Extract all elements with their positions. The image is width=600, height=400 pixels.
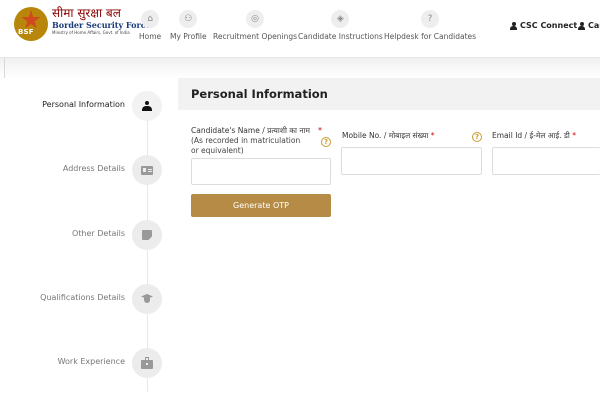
home-icon: ⌂ (141, 10, 160, 28)
help-icon: ? (421, 10, 440, 28)
header: BSF सीमा सुरक्षा बल Border Security Forc… (0, 0, 600, 58)
briefcase-icon (141, 356, 153, 369)
bsf-logo[interactable]: BSF सीमा सुरक्षा बल Border Security Forc… (14, 7, 151, 41)
step-circle (132, 220, 162, 250)
graduation-cap-icon (141, 294, 153, 304)
candidate-link[interactable]: Can (578, 21, 600, 30)
note-icon (142, 230, 152, 240)
person-icon (510, 21, 517, 30)
address-card-icon (141, 165, 153, 175)
name-label-text: Candidate's Name / प्रत्याशी का नाम (191, 126, 310, 135)
step-qualifications-details[interactable]: Qualifications Details (0, 283, 178, 315)
mobile-required-mark: * (430, 131, 435, 140)
step-label: Personal Information (42, 100, 125, 109)
brand-hindi: सीमा सुरक्षा बल (52, 6, 121, 20)
csc-connect-label: CSC Connect (520, 21, 578, 30)
name-required-mark: * (318, 126, 322, 135)
nav-helpdesk[interactable]: ? Helpdesk for Candidates (384, 10, 476, 41)
nav-my-profile[interactable]: ⚇ My Profile (170, 10, 207, 41)
email-required-mark: * (572, 131, 577, 140)
step-label: Other Details (72, 229, 125, 238)
name-help-icon[interactable]: ? (321, 137, 331, 147)
csc-connect-link[interactable]: CSC Connect (510, 21, 577, 30)
bsf-emblem-icon: BSF (14, 7, 48, 41)
mobile-label: Mobile No. / मोबाइल संख्या * (342, 131, 434, 141)
form-panel: Personal Information Candidate's Name / … (178, 78, 600, 400)
step-personal-information[interactable]: Personal Information (0, 90, 178, 122)
section-header: Personal Information (178, 78, 600, 110)
step-label: Address Details (62, 164, 125, 173)
nav-label: Recruitment Openings (213, 32, 298, 41)
step-work-experience[interactable]: Work Experience (0, 347, 178, 379)
step-address-details[interactable]: Address Details (0, 154, 178, 186)
emblem-text: BSF (18, 28, 34, 36)
email-label-text: Email Id / ई-मेल आई. डी (492, 131, 570, 140)
nav-candidate-instructions[interactable]: ◈ Candidate Instructions (298, 10, 383, 41)
email-input[interactable] (492, 147, 600, 175)
candidate-label: Can (588, 21, 600, 30)
candidate-name-input[interactable] (191, 158, 331, 185)
mobile-label-text: Mobile No. / मोबाइल संख्या (342, 131, 429, 140)
steps-sidebar: Personal Information Address Details Oth… (0, 78, 178, 400)
nav-label: Helpdesk for Candidates (384, 32, 477, 41)
nav-home[interactable]: ⌂ Home (139, 10, 161, 41)
profile-icon: ⚇ (179, 10, 198, 28)
step-label: Qualifications Details (40, 293, 125, 302)
step-circle (132, 348, 162, 378)
step-circle (132, 284, 162, 314)
section-title: Personal Information (191, 87, 328, 101)
brand-english: Border Security Force (52, 20, 151, 30)
nav-label: My Profile (170, 32, 207, 41)
step-circle (132, 91, 162, 121)
mobile-number-input[interactable] (341, 147, 482, 175)
nav-label: Candidate Instructions (298, 32, 383, 41)
nav-label: Home (139, 32, 162, 41)
name-label: Candidate's Name / प्रत्याशी का नाम (191, 126, 311, 136)
step-circle (132, 155, 162, 185)
generate-otp-button[interactable]: Generate OTP (191, 194, 331, 217)
step-label: Work Experience (57, 357, 125, 366)
nav-recruitment-openings[interactable]: ◎ Recruitment Openings (213, 10, 297, 41)
name-sublabel: (As recorded in matriculation or equival… (191, 136, 301, 155)
openings-icon: ◎ (246, 10, 264, 28)
step-other-details[interactable]: Other Details (0, 219, 178, 251)
mobile-help-icon[interactable]: ? (472, 132, 482, 142)
email-label: Email Id / ई-मेल आई. डी * (492, 131, 576, 141)
person-icon (578, 21, 585, 30)
person-icon (142, 100, 152, 112)
header-shadow (0, 58, 600, 78)
brand-ministry: Ministry of Home Affairs, Govt. of India (52, 30, 130, 35)
instructions-icon: ◈ (331, 10, 350, 28)
